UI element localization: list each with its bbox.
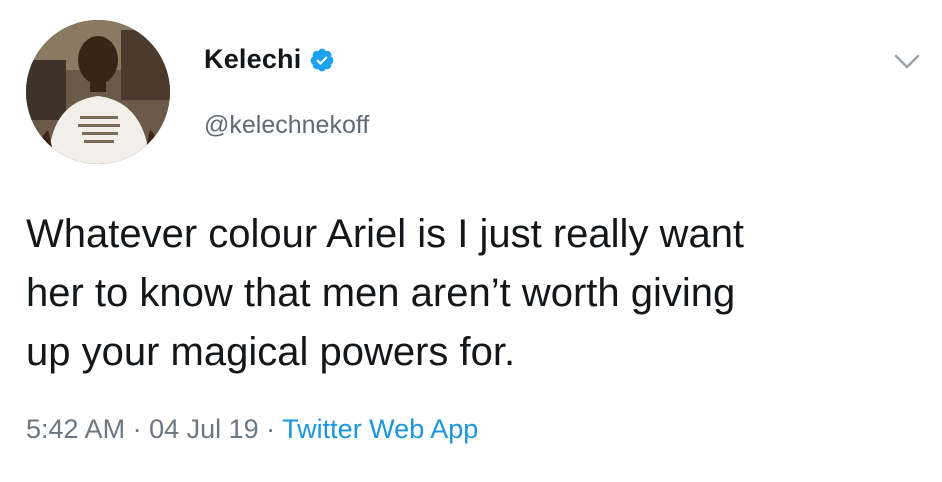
- tweet-meta: 5:42 AM · 04 Jul 19 · Twitter Web App: [26, 414, 478, 445]
- chevron-down-icon: [894, 54, 920, 69]
- tweet-text: Whatever colour Ariel is I just really w…: [26, 212, 745, 374]
- avatar-photo-icon: [26, 20, 170, 164]
- meta-separator: ·: [258, 414, 283, 444]
- display-name[interactable]: Kelechi: [204, 44, 301, 75]
- user-name-row: Kelechi: [204, 44, 335, 75]
- tweet-time[interactable]: 5:42 AM: [26, 414, 125, 444]
- tweet-date[interactable]: 04 Jul 19: [149, 414, 259, 444]
- user-handle[interactable]: @kelechnekoff: [204, 111, 369, 140]
- tweet-source-link[interactable]: Twitter Web App: [282, 414, 478, 444]
- verified-badge-icon: [309, 47, 335, 73]
- more-options-button[interactable]: [893, 52, 921, 72]
- meta-separator: ·: [125, 414, 150, 444]
- tweet-card: Kelechi @kelechnekoff Whatever colour Ar…: [0, 0, 942, 482]
- avatar[interactable]: [26, 20, 170, 164]
